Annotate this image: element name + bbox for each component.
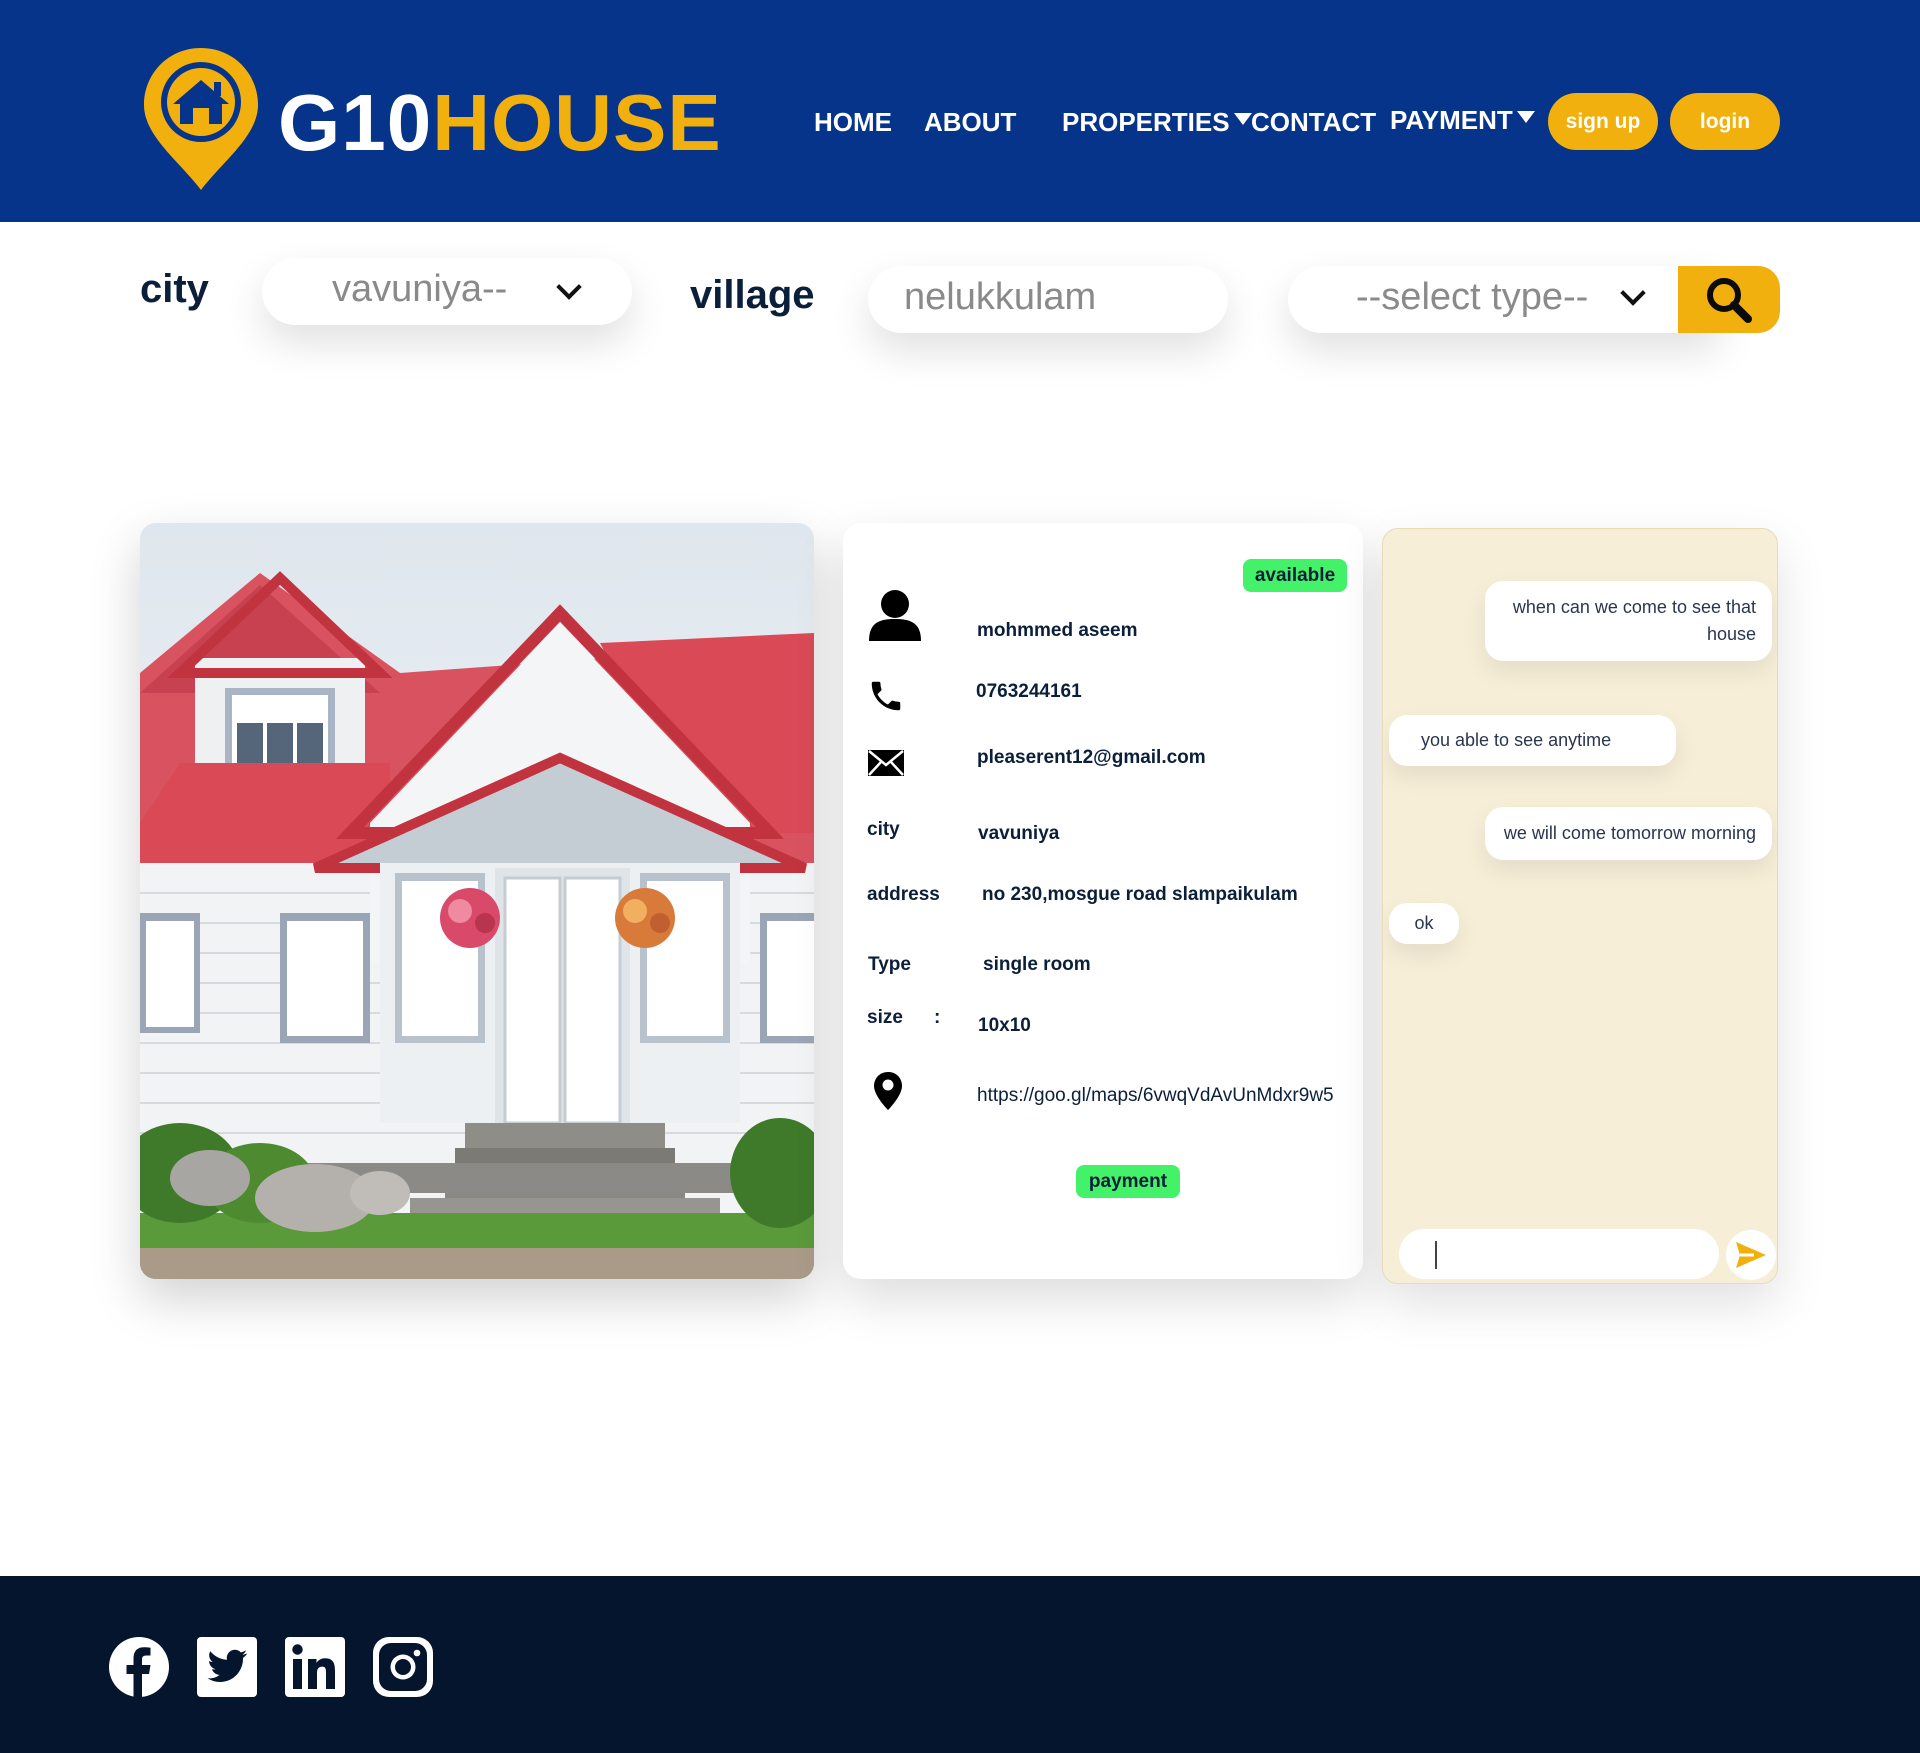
facebook-icon[interactable] bbox=[108, 1636, 170, 1698]
city-value: vavuniya bbox=[978, 823, 1060, 844]
size-separator: : bbox=[934, 1007, 941, 1028]
city-select-value: vavuniya-- bbox=[332, 268, 508, 310]
payment-button[interactable]: payment bbox=[1076, 1165, 1180, 1198]
nav-contact[interactable]: CONTACT bbox=[1251, 104, 1376, 140]
city-label: city bbox=[140, 267, 209, 311]
text-cursor bbox=[1435, 1241, 1437, 1269]
brand-part-2: HOUSE bbox=[432, 78, 722, 167]
linkedin-icon[interactable] bbox=[284, 1636, 346, 1698]
village-input[interactable]: nelukkulam bbox=[868, 266, 1228, 333]
caret-down-icon bbox=[1516, 111, 1535, 123]
user-icon bbox=[869, 590, 921, 641]
city-select[interactable]: vavuniya-- bbox=[262, 258, 632, 325]
chat-message-incoming: ok bbox=[1389, 903, 1459, 944]
envelope-icon bbox=[868, 750, 904, 776]
nav-properties-label: PROPERTIES bbox=[1062, 107, 1230, 137]
instagram-icon[interactable] bbox=[372, 1636, 434, 1698]
search-button[interactable] bbox=[1678, 266, 1780, 333]
nav-properties[interactable]: PROPERTIES bbox=[1062, 104, 1252, 140]
size-key: size bbox=[867, 1007, 903, 1028]
chat-panel: when can we come to see that house you a… bbox=[1382, 528, 1778, 1284]
brand-logo-text[interactable]: G10HOUSE bbox=[278, 78, 722, 168]
property-details-card: available mohmmed aseem 0763244161 pleas… bbox=[843, 523, 1363, 1279]
chat-message-incoming: you able to see anytime bbox=[1389, 715, 1676, 766]
type-value: single room bbox=[983, 954, 1091, 975]
chat-message-outgoing: when can we come to see that house bbox=[1485, 581, 1772, 661]
chat-message-input[interactable] bbox=[1399, 1229, 1719, 1279]
location-house-logo-icon[interactable] bbox=[140, 44, 262, 194]
chevron-down-icon bbox=[556, 274, 582, 300]
caret-down-icon bbox=[1233, 113, 1252, 125]
city-key: city bbox=[867, 819, 900, 840]
type-select[interactable]: --select type-- bbox=[1288, 266, 1718, 333]
phone-number: 0763244161 bbox=[976, 681, 1082, 702]
login-button[interactable]: login bbox=[1670, 93, 1780, 150]
property-photo bbox=[140, 523, 814, 1279]
nav-about[interactable]: ABOUT bbox=[924, 104, 1016, 140]
twitter-icon[interactable] bbox=[196, 1636, 258, 1698]
phone-icon bbox=[871, 681, 901, 711]
send-icon bbox=[1736, 1242, 1766, 1268]
send-button[interactable] bbox=[1726, 1230, 1776, 1280]
site-header: G10HOUSE HOME ABOUT PROPERTIES CONTACT P… bbox=[0, 0, 1920, 222]
village-label: village bbox=[690, 273, 815, 317]
map-pin-icon bbox=[874, 1072, 902, 1110]
size-value: 10x10 bbox=[978, 1015, 1031, 1036]
email-address[interactable]: pleaserent12@gmail.com bbox=[977, 747, 1206, 769]
address-key: address bbox=[867, 884, 940, 905]
owner-name: mohmmed aseem bbox=[977, 620, 1138, 641]
map-link[interactable]: https://goo.gl/maps/6vwqVdAvUnMdxr9w5 bbox=[977, 1085, 1334, 1107]
search-icon bbox=[1707, 277, 1752, 323]
chevron-down-icon bbox=[1620, 280, 1646, 306]
type-key: Type bbox=[868, 954, 911, 975]
type-select-value: --select type-- bbox=[1356, 276, 1589, 318]
signup-button[interactable]: sign up bbox=[1548, 93, 1658, 150]
status-badge: available bbox=[1243, 559, 1347, 592]
nav-home[interactable]: HOME bbox=[814, 104, 892, 140]
nav-payment-label: PAYMENT bbox=[1390, 105, 1513, 135]
address-value: no 230,mosgue road slampaikulam bbox=[982, 884, 1298, 905]
nav-payment[interactable]: PAYMENT bbox=[1390, 102, 1535, 138]
village-input-value: nelukkulam bbox=[904, 276, 1097, 318]
brand-part-1: G10 bbox=[278, 78, 433, 167]
chat-message-outgoing: we will come tomorrow morning bbox=[1485, 807, 1772, 860]
house-photo-illustration bbox=[140, 523, 814, 1279]
